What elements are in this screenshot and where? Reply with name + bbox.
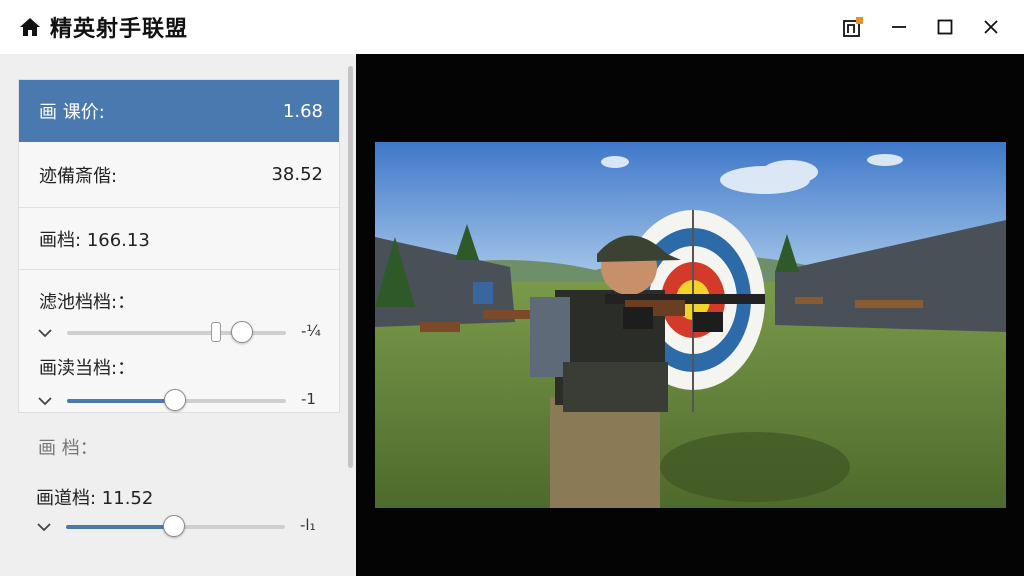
close-button[interactable] — [968, 0, 1014, 54]
crate — [420, 322, 460, 332]
settings-row-selected[interactable]: 画 课价: 1.68 — [19, 80, 339, 142]
maximize-icon — [937, 19, 953, 35]
settings-row-label: 画 课价: — [39, 102, 105, 123]
game-scene[interactable] — [375, 142, 1006, 508]
bench — [855, 300, 923, 308]
slider-thumb[interactable] — [231, 321, 253, 343]
settings-row-value: 166.13 — [86, 229, 150, 251]
chevron-down-icon[interactable] — [36, 324, 54, 342]
settings-card: 画 课价: 1.68 迹備斎偕: 38.52 画档: 166.13 滤池档档:： — [18, 79, 340, 413]
slider-track[interactable] — [67, 321, 286, 343]
settings-panel: 画 课价: 1.68 迹備斎偕: 38.52 画档: 166.13 滤池档档:： — [0, 54, 356, 576]
app-title: 精英射手联盟 — [50, 17, 189, 42]
settings-row-value: 38.52 — [271, 164, 323, 185]
slider-end-label: -¼ — [301, 322, 321, 340]
app-window: 精英射手联盟 画 课价: 1.68 迹備斎偕: 38.52 画档: 166.13… — [0, 0, 1024, 576]
slider-end-label: -1 — [301, 390, 316, 408]
slider-thumb[interactable] — [164, 389, 186, 411]
section-title: 画 档： — [38, 438, 98, 459]
shadow — [660, 432, 850, 502]
settings-row-value: 1.68 — [282, 100, 323, 122]
minimize-icon — [892, 26, 906, 28]
pin-button[interactable] — [830, 0, 876, 54]
window-controls — [830, 0, 1014, 54]
slider-fill — [66, 525, 174, 529]
settings-row-label: 画档: — [39, 229, 82, 251]
slider-track[interactable] — [67, 389, 286, 411]
slider-control: -¼ — [19, 318, 339, 348]
slider-label: 画渎当档:： — [39, 358, 136, 379]
close-icon — [984, 20, 998, 34]
game-viewport[interactable] — [356, 54, 1024, 576]
settings-row-label: 迹備斎偕: — [39, 165, 118, 187]
slider-label: 滤池档档:： — [39, 292, 136, 313]
slider-marker — [211, 322, 221, 342]
slider-label: 画道档: 11.52 — [36, 488, 154, 509]
slider-track[interactable] — [66, 515, 285, 537]
settings-row[interactable]: 迹備斎偕: 38.52 — [19, 142, 339, 208]
bench — [795, 297, 823, 304]
crate — [483, 310, 531, 319]
maximize-button[interactable] — [922, 0, 968, 54]
settings-row[interactable]: 画档: 166.13 — [19, 208, 339, 270]
settings-row-text: 画档: 166.13 — [39, 226, 150, 252]
pin-icon — [843, 17, 863, 37]
chevron-down-icon[interactable] — [36, 392, 54, 410]
slider-end-label: -l₁ — [300, 516, 316, 534]
shooting-range-scene — [375, 142, 1006, 508]
chevron-down-icon[interactable] — [35, 518, 53, 536]
minimize-button[interactable] — [876, 0, 922, 54]
home-icon — [20, 18, 40, 36]
panel-scrollbar[interactable] — [348, 66, 353, 468]
slider-control: -1 — [19, 386, 339, 416]
title-bar[interactable]: 精英射手联盟 — [0, 0, 1024, 54]
slider-control: -l₁ — [18, 512, 338, 542]
slider-fill — [67, 399, 175, 403]
slider-thumb[interactable] — [163, 515, 185, 537]
wall-sign — [473, 282, 493, 304]
